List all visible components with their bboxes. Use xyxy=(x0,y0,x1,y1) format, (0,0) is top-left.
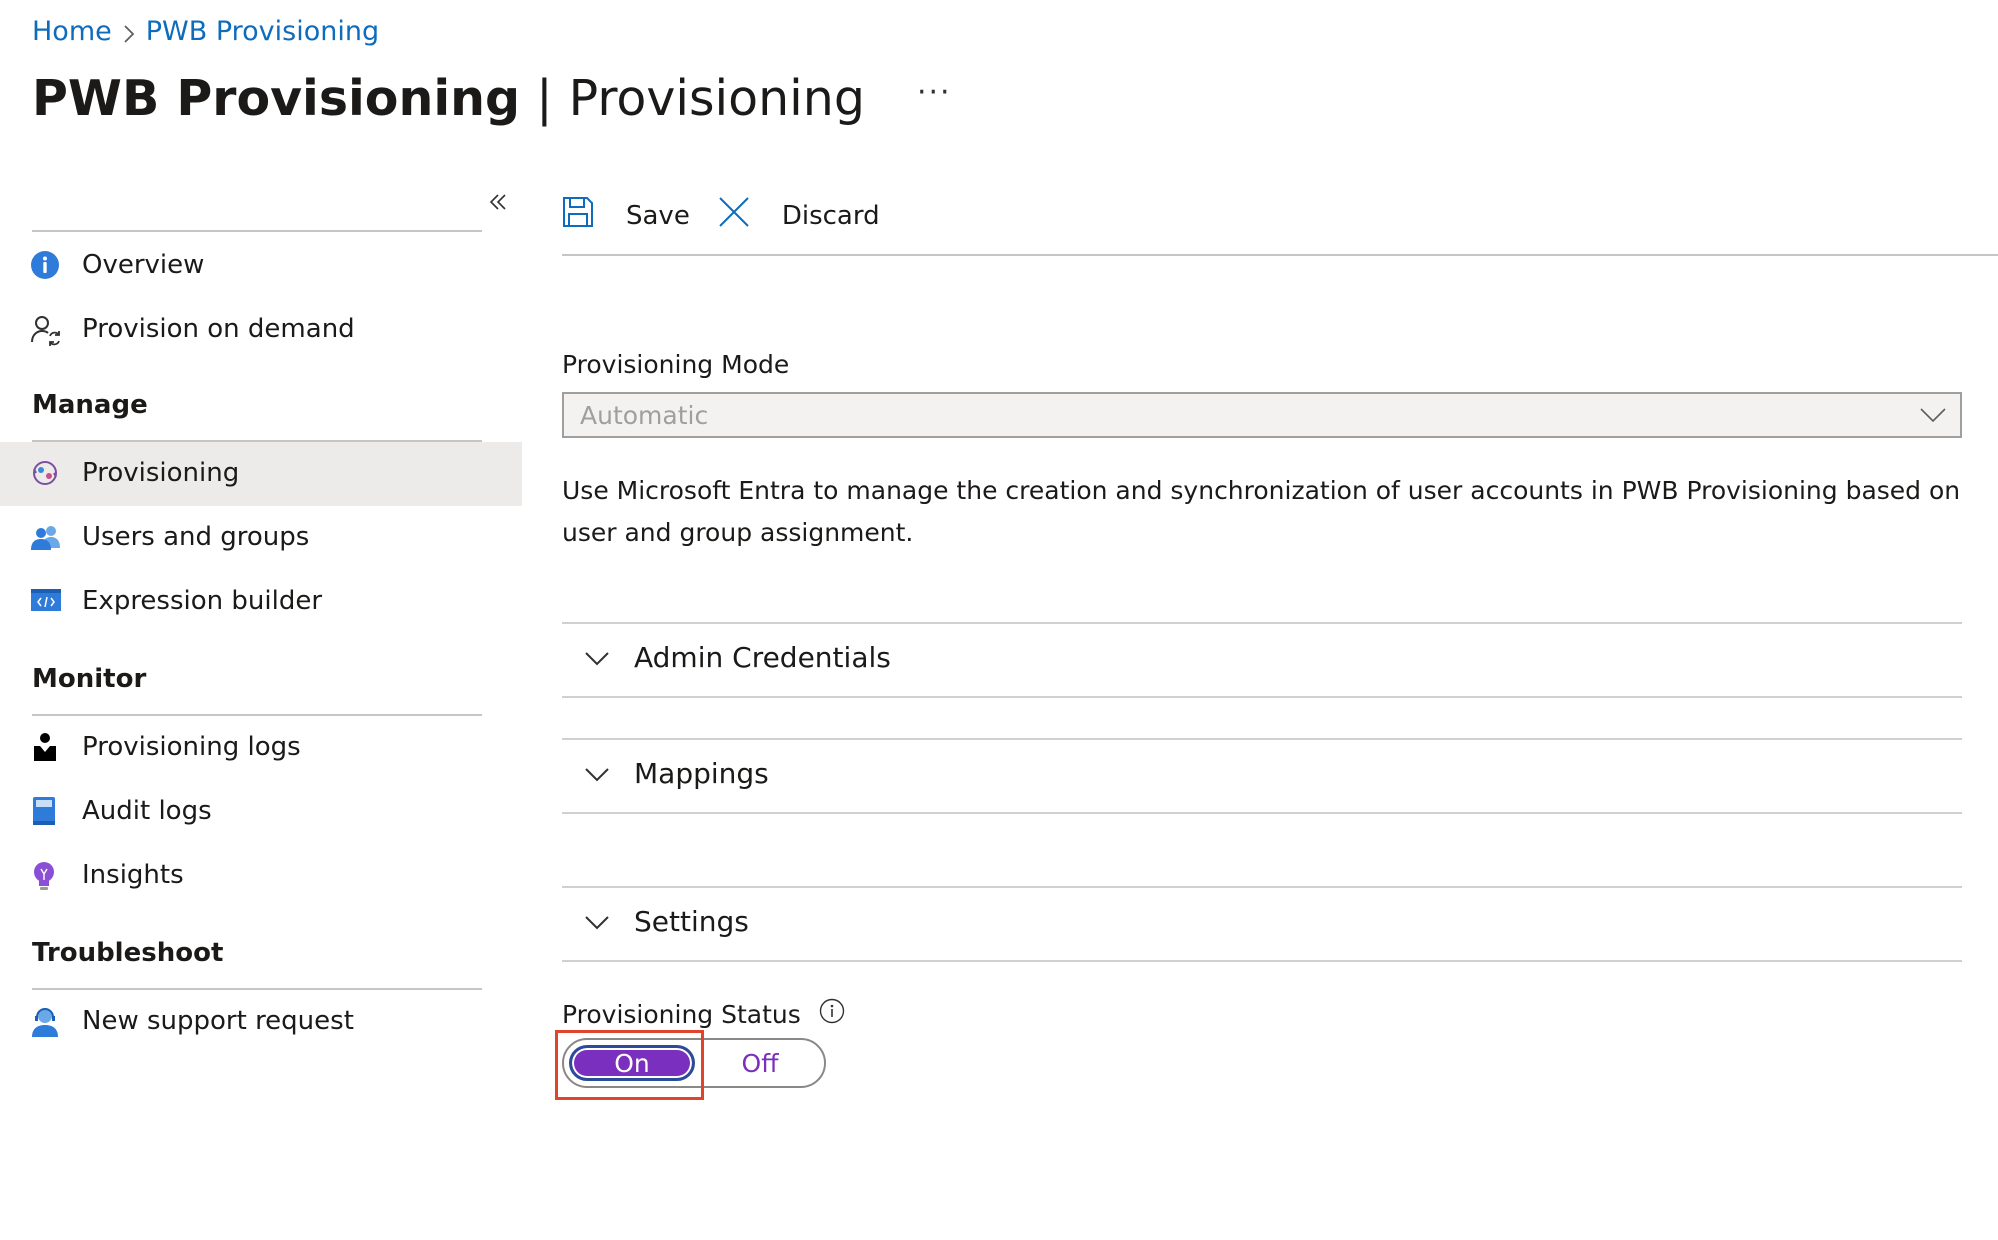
discard-label: Discard xyxy=(781,200,880,231)
chevron-right-icon xyxy=(112,22,146,43)
status-off-button[interactable]: Off xyxy=(698,1045,822,1081)
divider xyxy=(562,886,1962,888)
chevron-down-icon xyxy=(1920,408,1946,423)
sidebar-item-label: Audit logs xyxy=(82,796,212,826)
sidebar-item-label: Provisioning logs xyxy=(82,732,301,762)
accordion-label: Settings xyxy=(634,905,749,938)
provisioning-mode-value: Automatic xyxy=(580,400,709,430)
sidebar-item-label: Insights xyxy=(82,860,184,890)
lightbulb-icon xyxy=(30,860,62,892)
sidebar-item-provisioning-logs[interactable]: Provisioning logs xyxy=(0,716,522,780)
accordion-settings[interactable]: Settings xyxy=(562,889,1962,959)
users-groups-icon xyxy=(30,522,62,554)
more-options-button[interactable]: ··· xyxy=(917,75,952,110)
status-on-button[interactable]: On xyxy=(569,1045,695,1081)
sidebar-item-label: New support request xyxy=(82,1006,354,1036)
chevron-down-icon xyxy=(585,652,609,666)
divider xyxy=(562,622,1962,624)
book-icon xyxy=(30,796,62,828)
accordion-admin-credentials[interactable]: Admin Credentials xyxy=(562,625,1962,695)
divider xyxy=(562,812,1962,814)
accordion-label: Mappings xyxy=(634,757,769,790)
info-icon[interactable] xyxy=(819,998,845,1030)
sidebar-item-label: Overview xyxy=(82,250,205,280)
sidebar-item-audit-logs[interactable]: Audit logs xyxy=(0,780,522,844)
sidebar-item-label: Provision on demand xyxy=(82,314,355,344)
provisioning-mode-label: Provisioning Mode xyxy=(562,350,790,379)
section-heading-monitor: Monitor xyxy=(32,664,147,694)
accordion-label: Admin Credentials xyxy=(634,641,891,674)
person-log-icon xyxy=(30,732,62,764)
divider xyxy=(562,960,1962,962)
info-icon xyxy=(30,250,62,282)
divider xyxy=(32,230,482,232)
command-bar: Save Discard xyxy=(562,196,908,235)
breadcrumb-current-link[interactable]: PWB Provisioning xyxy=(146,16,379,47)
provisioning-mode-description: Use Microsoft Entra to manage the creati… xyxy=(562,476,1961,547)
divider xyxy=(562,738,1962,740)
page-title: PWB Provisioning | Provisioning ··· xyxy=(32,70,952,127)
save-icon xyxy=(562,196,610,235)
save-label: Save xyxy=(626,200,690,231)
save-button[interactable]: Save xyxy=(562,196,690,235)
support-agent-icon xyxy=(30,1006,62,1038)
chevron-down-icon xyxy=(585,768,609,782)
sidebar-item-expression-builder[interactable]: Expression builder xyxy=(0,570,522,634)
close-icon xyxy=(718,196,766,235)
sidebar-item-users-and-groups[interactable]: Users and groups xyxy=(0,506,522,570)
collapse-sidebar-icon[interactable] xyxy=(486,190,510,214)
provisioning-mode-dropdown[interactable]: Automatic xyxy=(562,392,1962,438)
sidebar-item-new-support-request[interactable]: New support request xyxy=(0,990,522,1054)
provisioning-status-text: Provisioning Status xyxy=(562,999,801,1029)
sidebar-item-provision-on-demand[interactable]: Provision on demand xyxy=(0,298,522,362)
section-heading-troubleshoot: Troubleshoot xyxy=(32,938,224,968)
sidebar-item-overview[interactable]: Overview xyxy=(0,234,522,298)
breadcrumb: Home PWB Provisioning xyxy=(32,16,379,47)
divider xyxy=(562,696,1962,698)
sidebar-item-insights[interactable]: Insights xyxy=(0,844,522,908)
section-heading-manage: Manage xyxy=(32,390,148,420)
page-title-separator: | xyxy=(536,70,553,127)
page-title-section: Provisioning xyxy=(568,70,865,127)
page-title-app: PWB Provisioning xyxy=(32,70,521,127)
sidebar-item-provisioning[interactable]: Provisioning xyxy=(0,442,522,506)
user-sync-icon xyxy=(30,314,62,346)
provisioning-status-toggle: On Off xyxy=(562,1038,826,1088)
sidebar-item-label: Expression builder xyxy=(82,586,323,616)
discard-button[interactable]: Discard xyxy=(718,196,880,235)
provisioning-status-label: Provisioning Status xyxy=(562,998,845,1030)
sidebar-item-label: Provisioning xyxy=(82,458,240,488)
chevron-down-icon xyxy=(585,916,609,930)
breadcrumb-home-link[interactable]: Home xyxy=(32,16,112,47)
sidebar-item-label: Users and groups xyxy=(82,522,310,552)
divider xyxy=(562,254,1998,256)
accordion-mappings[interactable]: Mappings xyxy=(562,741,1962,811)
code-icon xyxy=(30,586,62,618)
provisioning-icon xyxy=(30,458,62,490)
